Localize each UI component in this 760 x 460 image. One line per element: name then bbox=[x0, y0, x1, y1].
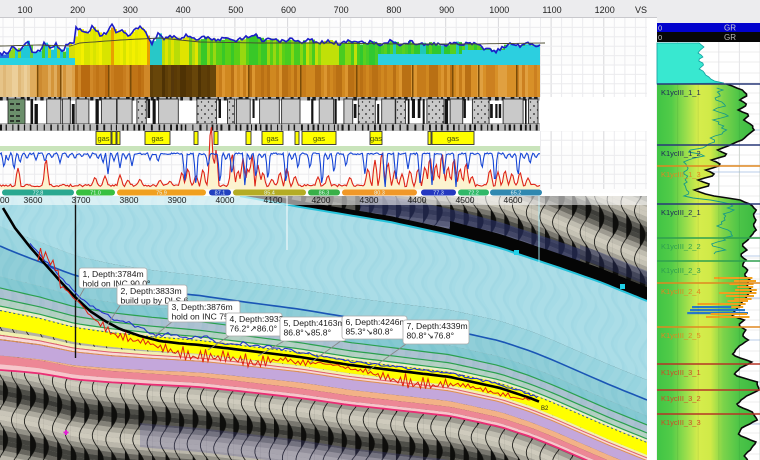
svg-text:K1ycIII_2_5: K1ycIII_2_5 bbox=[661, 331, 701, 340]
svg-text:3900: 3900 bbox=[168, 195, 187, 205]
svg-text:GR: GR bbox=[724, 24, 736, 33]
svg-text:K1ycIII_1_3: K1ycIII_1_3 bbox=[661, 170, 701, 179]
svg-text:76.2°↗86.0°: 76.2°↗86.0° bbox=[230, 324, 278, 334]
svg-text:3, Depth:3876m: 3, Depth:3876m bbox=[172, 302, 233, 312]
svg-text:GR: GR bbox=[724, 33, 736, 42]
svg-text:K1ycIII_2_3: K1ycIII_2_3 bbox=[661, 266, 701, 275]
svg-text:K1ycIII_1_1: K1ycIII_1_1 bbox=[661, 88, 701, 97]
svg-text:1100: 1100 bbox=[542, 5, 561, 15]
svg-text:gas: gas bbox=[151, 134, 163, 143]
svg-text:B2: B2 bbox=[541, 406, 549, 412]
svg-text:100: 100 bbox=[17, 5, 32, 15]
svg-text:gas: gas bbox=[370, 134, 382, 143]
svg-text:600: 600 bbox=[281, 5, 296, 15]
svg-text:86.8°↘85.8°: 86.8°↘85.8° bbox=[284, 328, 332, 338]
svg-text:K1ycIII_2_4: K1ycIII_2_4 bbox=[661, 287, 701, 296]
svg-text:00: 00 bbox=[0, 195, 10, 205]
svg-text:1200: 1200 bbox=[595, 5, 615, 15]
svg-text:K1ycIII_2_1: K1ycIII_2_1 bbox=[661, 208, 701, 217]
svg-text:800: 800 bbox=[386, 5, 401, 15]
svg-text:71.0: 71.0 bbox=[90, 191, 101, 197]
svg-text:K1ycIII_3_3: K1ycIII_3_3 bbox=[661, 418, 701, 427]
svg-text:K1ycIII_3_2: K1ycIII_3_2 bbox=[661, 394, 701, 403]
svg-text:65.2: 65.2 bbox=[511, 191, 522, 197]
svg-text:4400: 4400 bbox=[408, 195, 427, 205]
svg-text:77.3: 77.3 bbox=[433, 191, 444, 197]
svg-text:700: 700 bbox=[334, 5, 349, 15]
svg-text:2, Depth:3833m: 2, Depth:3833m bbox=[121, 286, 182, 296]
svg-text:85.3°↘80.8°: 85.3°↘80.8° bbox=[346, 327, 394, 337]
svg-text:7, Depth:4339m: 7, Depth:4339m bbox=[407, 321, 468, 331]
svg-text:300: 300 bbox=[123, 5, 138, 15]
svg-text:hold on INC 75°: hold on INC 75° bbox=[172, 312, 233, 322]
svg-text:K1ycIII_3_1: K1ycIII_3_1 bbox=[661, 368, 701, 377]
svg-text:gas: gas bbox=[266, 134, 278, 143]
svg-text:75.9: 75.9 bbox=[156, 191, 167, 197]
svg-text:85.4: 85.4 bbox=[264, 191, 275, 197]
svg-text:gas: gas bbox=[447, 134, 459, 143]
svg-text:5, Depth:4163m: 5, Depth:4163m bbox=[284, 318, 345, 328]
svg-text:500: 500 bbox=[228, 5, 243, 15]
svg-text:0: 0 bbox=[658, 24, 662, 33]
svg-text:80.3: 80.3 bbox=[374, 191, 385, 197]
svg-text:6, Depth:4246m: 6, Depth:4246m bbox=[346, 317, 407, 327]
svg-text:900: 900 bbox=[439, 5, 454, 15]
svg-text:0: 0 bbox=[658, 33, 662, 42]
svg-text:1000: 1000 bbox=[489, 5, 509, 15]
svg-text:400: 400 bbox=[176, 5, 191, 15]
svg-text:87.1: 87.1 bbox=[215, 191, 226, 197]
svg-text:gas: gas bbox=[313, 134, 325, 143]
svg-text:72.8: 72.8 bbox=[33, 191, 44, 197]
svg-text:VS: VS bbox=[635, 5, 647, 15]
svg-text:86.3: 86.3 bbox=[319, 191, 330, 197]
svg-text:K1ycIII_2_2: K1ycIII_2_2 bbox=[661, 242, 701, 251]
svg-text:80.8°↘76.8°: 80.8°↘76.8° bbox=[407, 331, 455, 341]
svg-text:72.2: 72.2 bbox=[468, 191, 479, 197]
svg-text:gas: gas bbox=[97, 134, 109, 143]
svg-text:K1ycIII_1_2: K1ycIII_1_2 bbox=[661, 149, 701, 158]
svg-text:200: 200 bbox=[70, 5, 85, 15]
svg-text:3800: 3800 bbox=[120, 195, 139, 205]
svg-text:1, Depth:3784m: 1, Depth:3784m bbox=[83, 269, 144, 279]
svg-text:3700: 3700 bbox=[72, 195, 91, 205]
